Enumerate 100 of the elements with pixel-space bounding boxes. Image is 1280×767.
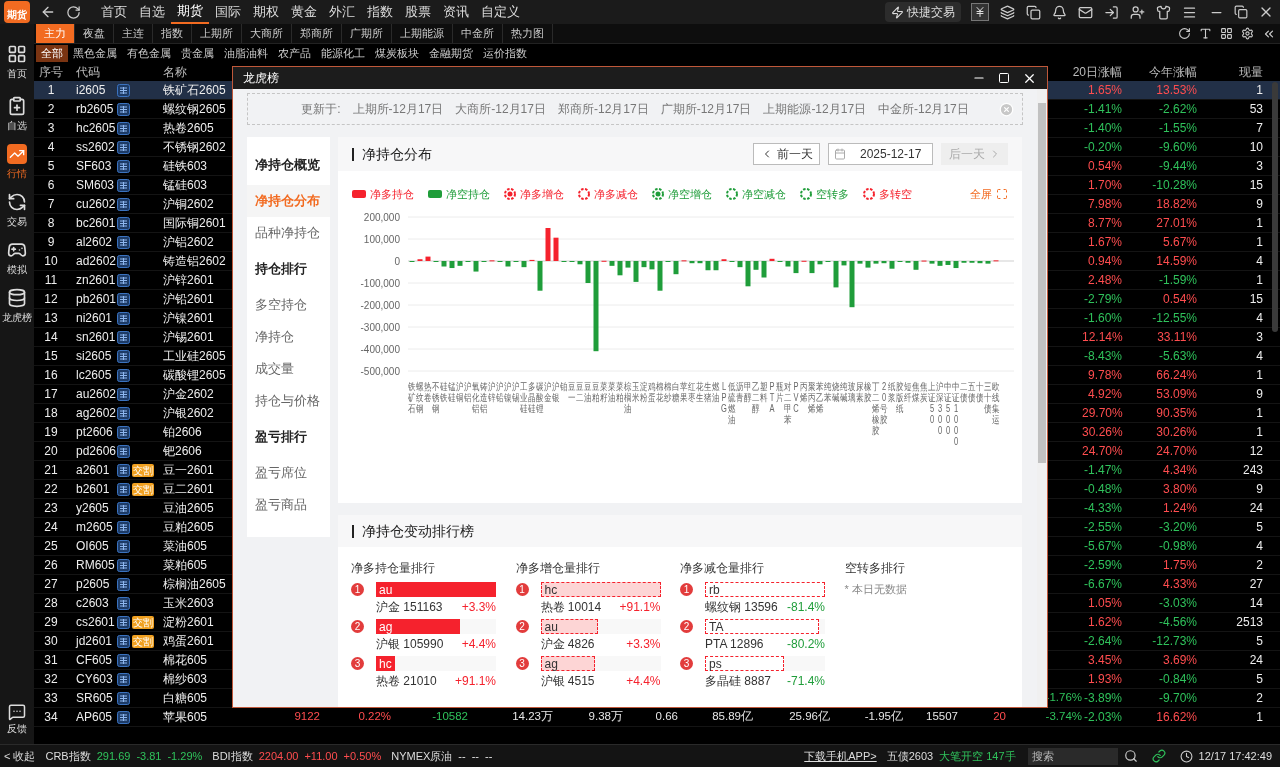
quote-grid-icon[interactable] (117, 520, 130, 534)
quote-grid-icon[interactable] (117, 121, 130, 135)
sector-tab[interactable]: 油脂油料 (219, 44, 273, 62)
quote-grid-icon[interactable] (117, 368, 130, 382)
back-icon[interactable] (40, 4, 56, 20)
shirt-icon[interactable] (1156, 4, 1171, 20)
column-header[interactable]: 序号 (34, 62, 68, 81)
quote-grid-icon[interactable] (117, 216, 130, 230)
legend-label[interactable]: 净空减仓 (742, 185, 786, 203)
menu-tab[interactable]: 黄金 (285, 0, 323, 24)
nav-item[interactable]: 盈亏席位 (247, 457, 330, 489)
quote-grid-icon[interactable] (117, 197, 130, 211)
quote-grid-icon[interactable] (117, 140, 130, 154)
copy-icon[interactable] (1026, 4, 1041, 20)
sector-tab[interactable]: 黑色金属 (68, 44, 122, 62)
quote-grid-icon[interactable] (117, 577, 130, 591)
legend-label[interactable]: 净多减仓 (594, 185, 638, 203)
nav-item[interactable]: 净持仓 (247, 321, 330, 353)
maximize-icon[interactable] (998, 72, 1010, 84)
quote-grid-icon[interactable] (117, 596, 130, 610)
menu-tab[interactable]: 期权 (247, 0, 285, 24)
quote-grid-icon[interactable] (117, 102, 130, 116)
legend-label[interactable]: 空转多 (816, 185, 849, 203)
sector-tab[interactable]: 金融期货 (424, 44, 478, 62)
legend-label[interactable]: 多转空 (879, 185, 912, 203)
market-tab[interactable]: 指数 (153, 24, 192, 43)
market-tab[interactable]: 中金所 (453, 24, 503, 43)
search-field[interactable]: 搜索 (1027, 747, 1118, 765)
user-add-icon[interactable] (1130, 4, 1145, 20)
market-tab[interactable]: 热力图 (503, 24, 553, 43)
nav-item[interactable]: 成交量 (247, 353, 330, 385)
sidebar-item[interactable]: 首页 (7, 44, 27, 92)
bell-icon[interactable] (1052, 4, 1067, 20)
market-tab[interactable]: 主连 (114, 24, 153, 43)
quote-grid-icon[interactable] (117, 539, 130, 553)
quote-grid-icon[interactable] (117, 349, 130, 363)
quote-grid-icon[interactable] (117, 691, 130, 705)
quote-grid-icon[interactable] (117, 235, 130, 249)
menu-tab[interactable]: 外汇 (323, 0, 361, 24)
scrollbar[interactable] (1037, 89, 1047, 707)
market-tab[interactable]: 夜盘 (75, 24, 114, 43)
nav-item[interactable]: 品种净持仓 (247, 217, 330, 249)
download-app-link[interactable]: 下载手机APP> (804, 747, 877, 765)
quote-grid-icon[interactable] (117, 482, 130, 496)
sidebar-item[interactable]: 龙虎榜 (2, 284, 32, 332)
restore-icon[interactable] (1234, 5, 1248, 19)
date-field[interactable]: 2025-12-17 (828, 143, 933, 165)
sidebar-item[interactable]: 行情 (7, 140, 27, 188)
menu-tab[interactable]: 国际 (209, 0, 247, 24)
font-size-icon[interactable] (1199, 27, 1212, 40)
refresh-icon[interactable] (66, 4, 81, 20)
sidebar-item[interactable]: 模拟 (7, 236, 27, 284)
menu-icon[interactable] (1182, 4, 1197, 20)
yen-icon[interactable] (971, 3, 989, 21)
menu-tab[interactable]: 股票 (399, 0, 437, 24)
previous-day-button[interactable]: 前一天 (753, 143, 820, 165)
legend-label[interactable]: 净多增仓 (520, 185, 564, 203)
menu-tab[interactable]: 资讯 (437, 0, 475, 24)
sector-tab[interactable]: 煤炭板块 (370, 44, 424, 62)
market-tab[interactable]: 郑商所 (292, 24, 342, 43)
menu-tab[interactable]: 指数 (361, 0, 399, 24)
market-tab[interactable]: 上期能源 (392, 24, 453, 43)
sector-tab[interactable]: 贵金属 (176, 44, 219, 62)
link-icon[interactable] (1151, 749, 1166, 763)
quote-grid-icon[interactable] (117, 387, 130, 401)
sector-tab[interactable]: 全部 (36, 44, 68, 62)
quote-grid-icon[interactable] (117, 273, 130, 287)
refresh-icon[interactable] (1178, 27, 1191, 40)
feedback-button[interactable]: 反馈 (7, 703, 27, 736)
index-name[interactable]: NYMEX原油 (391, 747, 453, 765)
sector-tab[interactable]: 运价指数 (478, 44, 532, 62)
nav-item[interactable]: 盈亏商品 (247, 489, 330, 521)
search-icon[interactable] (1123, 749, 1138, 763)
scrollbar-thumb[interactable] (1272, 82, 1278, 332)
quote-grid-icon[interactable] (117, 634, 130, 648)
quote-grid-icon[interactable] (117, 615, 130, 629)
sidebar-item[interactable]: 自选 (7, 92, 27, 140)
grid-icon[interactable] (1220, 27, 1233, 40)
layers-icon[interactable] (1000, 4, 1015, 20)
column-header[interactable]: 20日涨幅 (1058, 62, 1122, 81)
quote-grid-icon[interactable] (117, 83, 130, 97)
quote-grid-icon[interactable] (117, 311, 130, 325)
index-name[interactable]: CRB指数 (45, 747, 91, 765)
quote-grid-icon[interactable] (117, 710, 130, 724)
quote-grid-icon[interactable] (117, 672, 130, 686)
legend-label[interactable]: 净空持仓 (446, 185, 490, 203)
nav-item[interactable]: 多空持仓 (247, 289, 330, 321)
market-tab[interactable]: 上期所 (192, 24, 242, 43)
quote-grid-icon[interactable] (117, 292, 130, 306)
market-tab[interactable]: 广期所 (342, 24, 392, 43)
quote-grid-icon[interactable] (117, 178, 130, 192)
quote-grid-icon[interactable] (117, 653, 130, 667)
quote-grid-icon[interactable] (117, 425, 130, 439)
column-header[interactable]: 现量 (1197, 62, 1263, 81)
legend-label[interactable]: 净空增仓 (668, 185, 712, 203)
mail-icon[interactable] (1078, 4, 1093, 20)
quote-grid-icon[interactable] (117, 558, 130, 572)
menu-tab[interactable]: 自定义 (475, 0, 526, 24)
column-header[interactable]: 今年涨幅 (1122, 62, 1197, 81)
index-name[interactable]: BDI指数 (212, 747, 253, 765)
